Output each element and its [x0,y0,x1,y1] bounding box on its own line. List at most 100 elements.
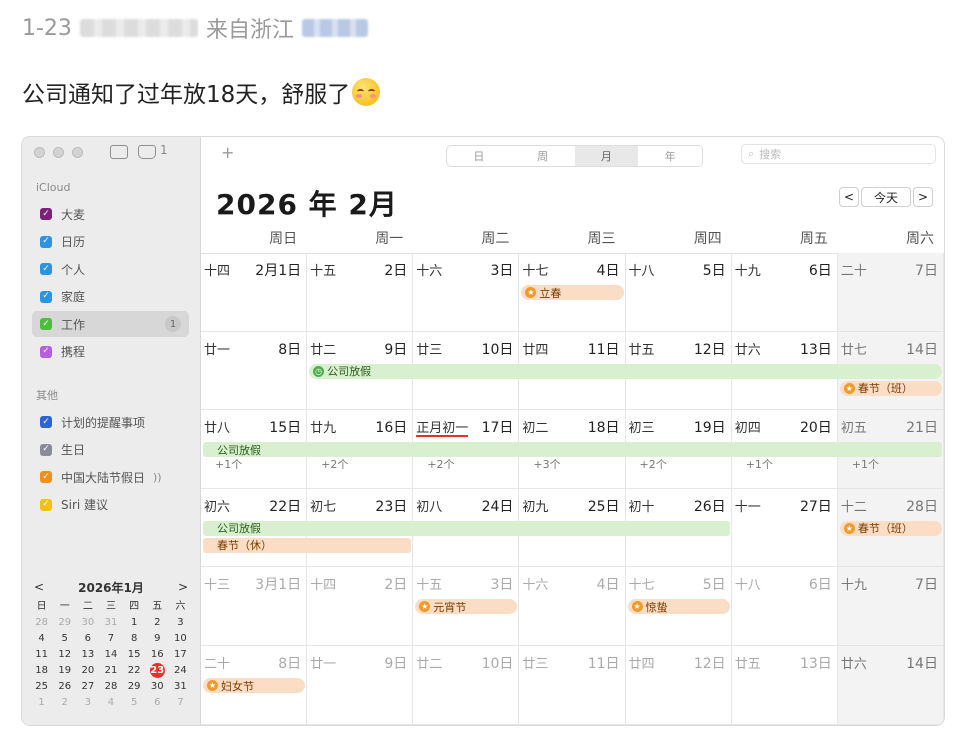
mini-day[interactable]: 18 [30,663,53,678]
day-cell[interactable]: 廿二 10日 [413,646,520,725]
sidebar-item[interactable]: ✓ 携程 [32,339,189,365]
day-cell[interactable]: 廿一 9日 [307,646,414,725]
event-chunjie_ban[interactable]: ★ 春节（班） [839,380,942,396]
day-cell[interactable]: 十八 6日 [731,567,838,646]
mini-day[interactable]: 9 [146,631,169,646]
minimize-window-button[interactable] [53,147,64,158]
view-tab[interactable]: 日 [447,146,511,166]
day-cell[interactable]: 廿五 13日 [731,646,838,725]
day-cell[interactable]: 十九 7日 [837,567,944,646]
view-tab[interactable]: 年 [638,146,702,166]
mini-day[interactable]: 4 [30,631,53,646]
mini-day[interactable]: 15 [123,647,146,662]
day-cell[interactable]: 廿一 8日 [201,331,308,411]
today-button[interactable]: 今天 [861,187,911,207]
checkbox-icon[interactable]: ✓ [40,443,52,456]
sidebar-item[interactable]: ✓ 生日 [32,437,189,463]
mini-day[interactable]: 31 [169,679,192,694]
more-events-link[interactable]: +1个 [852,456,879,472]
day-cell[interactable]: 十九 6日 [731,253,838,332]
checkbox-icon[interactable]: ✓ [40,208,52,220]
sidebar-item[interactable]: ✓ 家庭 [32,284,189,310]
close-window-button[interactable] [34,147,45,158]
mini-day[interactable]: 30 [76,615,99,630]
checkbox-icon[interactable]: ✓ [40,290,52,303]
event-chunjie_xiu[interactable]: 春节（休） [203,537,412,553]
mini-day[interactable]: 8 [123,631,146,646]
more-events-link[interactable]: +3个 [533,456,560,472]
mini-day[interactable]: 1 [123,615,146,630]
mini-day[interactable]: 2 [146,615,169,630]
mini-day[interactable]: 4 [99,695,122,710]
mini-day[interactable]: 6 [76,631,99,646]
mini-day[interactable]: 25 [30,679,53,694]
day-cell[interactable]: 十六 3日 [413,253,520,332]
day-cell[interactable]: 十五 2日 [307,253,414,332]
mini-day[interactable]: 13 [76,647,99,662]
day-cell[interactable]: 廿四 12日 [625,646,732,725]
event-holiday_w4[interactable]: 公司放假 [203,520,730,536]
mini-day[interactable]: 19 [53,663,76,678]
mini-next-button[interactable]: > [178,580,188,594]
mini-day[interactable]: 11 [30,647,53,662]
zoom-window-button[interactable] [72,147,83,158]
checkbox-icon[interactable]: ✓ [40,318,52,330]
sidebar-item[interactable]: ✓ Siri 建议 [32,492,189,518]
day-cell[interactable]: 十四 2日 [307,567,414,646]
mini-day[interactable]: 24 [169,663,192,678]
mini-day[interactable]: 10 [169,631,192,646]
more-events-link[interactable]: +1个 [215,456,242,472]
mini-day[interactable]: 30 [146,679,169,694]
mini-prev-button[interactable]: < [34,580,44,594]
mini-day[interactable]: 12 [53,647,76,662]
checkbox-icon[interactable]: ✓ [40,235,52,248]
add-event-button[interactable]: + [221,143,234,162]
day-cell[interactable]: 十六 4日 [519,567,626,646]
mini-day[interactable]: 6 [146,695,169,710]
checkbox-icon[interactable]: ✓ [40,263,52,275]
sidebar-item[interactable]: ✓ 大麦 [32,201,189,227]
mini-day[interactable]: 14 [99,647,122,662]
mini-day[interactable]: 17 [169,647,192,662]
day-cell[interactable]: 十三 3月1日 [201,567,308,646]
more-events-link[interactable]: +2个 [321,456,348,472]
search-input[interactable]: ⌕ 搜索 [741,144,936,164]
day-cell[interactable]: 十四 2月1日 [201,253,308,332]
mini-day[interactable]: 21 [99,663,122,678]
checkbox-icon[interactable]: ✓ [40,498,52,511]
day-cell[interactable]: 十八 5日 [625,253,732,332]
event-yuanxiao[interactable]: ★ 元宵节 [415,599,518,615]
mini-day[interactable]: 7 [169,695,192,710]
more-events-link[interactable]: +2个 [427,456,454,472]
sidebar-item[interactable]: ✓ 日历 [32,229,189,255]
mini-day[interactable]: 31 [99,615,122,630]
mini-day[interactable]: 20 [76,663,99,678]
mini-day[interactable]: 29 [123,679,146,694]
mini-day[interactable]: 28 [99,679,122,694]
inbox-icon[interactable] [138,145,156,159]
checkbox-icon[interactable]: ✓ [40,416,52,428]
next-month-button[interactable]: > [913,187,933,207]
more-events-link[interactable]: +1个 [746,456,773,472]
day-cell[interactable]: 十一 27日 [731,488,838,568]
mini-day[interactable]: 26 [53,679,76,694]
sidebar-item[interactable]: ✓ 工作 1 [32,311,189,337]
sidebar-item[interactable]: ✓ 个人 [32,256,189,282]
mini-day[interactable]: 2 [53,695,76,710]
day-cell[interactable]: 二十 7日 [837,253,944,332]
prev-month-button[interactable]: < [839,187,859,207]
view-tab[interactable]: 周 [511,146,575,166]
more-events-link[interactable]: +2个 [640,456,667,472]
event-holiday_w2[interactable]: ◷ 公司放假 [309,363,942,379]
mini-day[interactable]: 3 [76,695,99,710]
sidebar-item[interactable]: ✓ 中国大陆节假日)) [32,464,189,490]
event-lichun[interactable]: ★ 立春 [521,285,624,300]
mini-day[interactable]: 23 [149,663,165,678]
mini-day[interactable]: 5 [123,695,146,710]
mini-day[interactable]: 22 [123,663,146,678]
day-cell[interactable]: 廿三 11日 [519,646,626,725]
mini-day[interactable]: 16 [146,647,169,662]
view-tab[interactable]: 月 [574,146,639,166]
mini-day[interactable]: 3 [169,615,192,630]
event-holiday_w3[interactable]: 公司放假 [203,442,942,458]
